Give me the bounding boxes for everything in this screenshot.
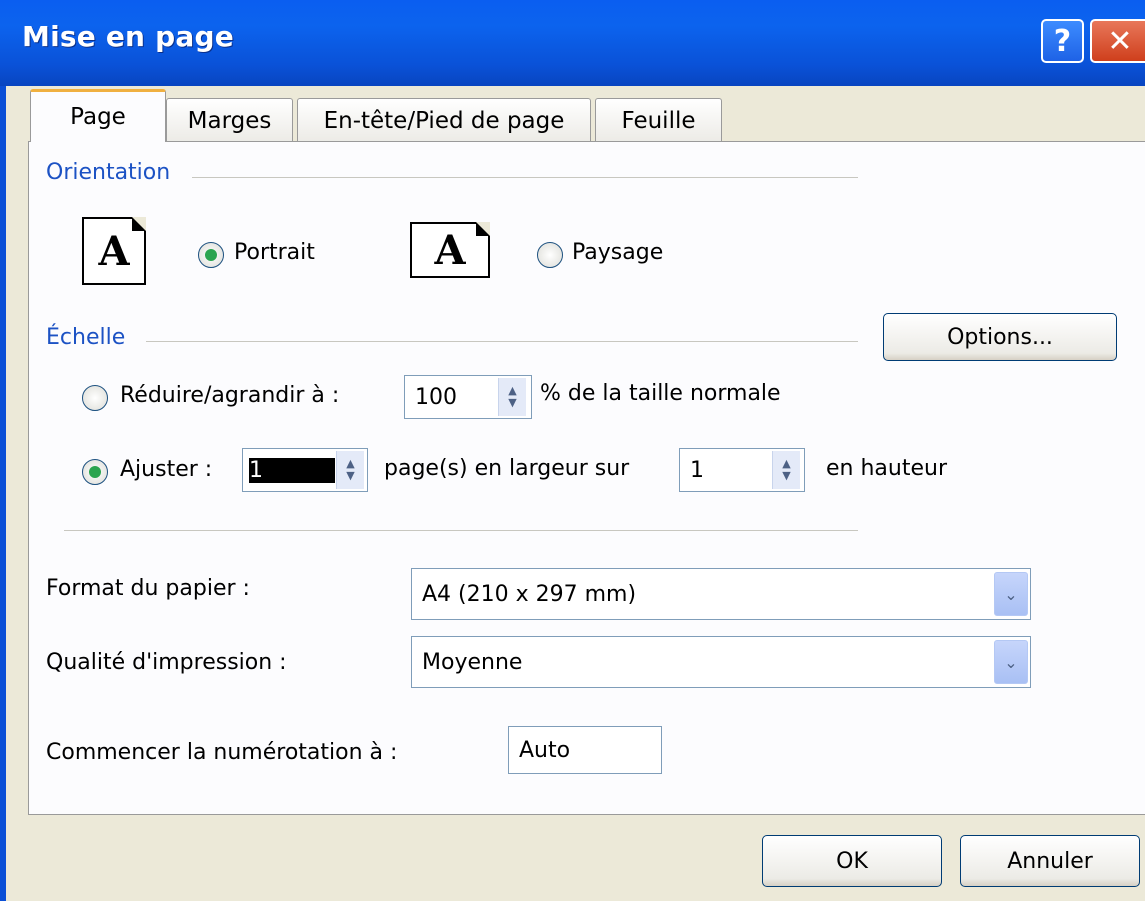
paper-size-label: Format du papier : [46,576,250,601]
reduce-radio[interactable] [82,385,108,411]
reduce-suffix: % de la taille normale [540,381,781,406]
fit-label[interactable]: Ajuster : [120,457,212,482]
help-button[interactable]: ? [1041,19,1084,63]
paper-size-select[interactable]: A4 (210 x 297 mm) [411,568,1031,620]
tab-sheet[interactable]: Feuille [595,98,722,142]
spin-down-icon: ▼ [346,469,355,482]
fit-wide-suffix: page(s) en largeur sur [384,456,630,481]
chevron-down-icon: ⌄ [1004,652,1018,672]
tab-margins-label: Marges [187,107,272,134]
window-title: Mise en page [22,20,234,53]
orientation-divider [192,177,858,178]
landscape-page-icon: A [410,222,490,278]
spin-down-icon: ▼ [508,396,517,409]
chevron-down-icon: ⌄ [1004,584,1018,604]
first-page-number-input[interactable]: Auto [508,726,662,774]
ok-button-label: OK [836,848,868,874]
landscape-radio[interactable] [537,242,563,268]
print-quality-dropdown-button[interactable]: ⌄ [994,640,1028,684]
first-page-number-label: Commencer la numérotation à : [46,740,398,765]
orientation-group-label: Orientation [46,160,171,185]
close-button[interactable]: ✕ [1090,19,1145,63]
scale-group-label: Échelle [46,325,126,350]
print-quality-label: Qualité d'impression : [46,650,287,675]
tab-page-label: Page [70,104,126,130]
tab-header-footer[interactable]: En-tête/Pied de page [297,98,591,142]
print-quality-value: Moyenne [422,649,523,675]
help-icon: ? [1053,23,1072,59]
landscape-label[interactable]: Paysage [572,240,663,265]
paper-size-dropdown-button[interactable]: ⌄ [994,572,1028,616]
fit-tall-spinner[interactable]: ▲ ▼ [772,451,800,489]
tab-margins[interactable]: Marges [166,98,293,142]
portrait-radio[interactable] [198,242,224,268]
cancel-button[interactable]: Annuler [960,835,1140,887]
ok-button[interactable]: OK [762,835,942,887]
portrait-label[interactable]: Portrait [234,240,315,265]
tab-header-footer-label: En-tête/Pied de page [323,107,565,134]
print-quality-select[interactable]: Moyenne [411,636,1031,688]
reduce-label[interactable]: Réduire/agrandir à : [120,383,339,408]
fit-tall-value: 1 [690,457,704,483]
portrait-page-icon: A [82,217,146,285]
options-button[interactable]: Options... [883,313,1117,361]
options-button-label: Options... [947,324,1053,350]
fit-radio[interactable] [82,459,108,485]
fit-wide-spinner[interactable]: ▲ ▼ [336,451,364,489]
fit-wide-value: 1 [249,457,335,483]
spin-down-icon: ▼ [782,469,791,482]
scale-divider [146,341,858,342]
scale-percent-spinner[interactable]: ▲ ▼ [498,378,526,416]
paper-size-value: A4 (210 x 297 mm) [422,581,637,607]
section-divider [64,530,858,531]
first-page-number-value: Auto [519,737,571,763]
tab-page[interactable]: Page [30,89,166,142]
title-bar[interactable]: Mise en page ? ✕ [0,0,1145,86]
close-icon: ✕ [1107,23,1133,59]
cancel-button-label: Annuler [1007,848,1093,874]
tab-sheet-label: Feuille [621,107,696,134]
window-border [0,86,6,901]
fit-tall-suffix: en hauteur [826,456,947,481]
scale-percent-value: 100 [415,384,457,410]
